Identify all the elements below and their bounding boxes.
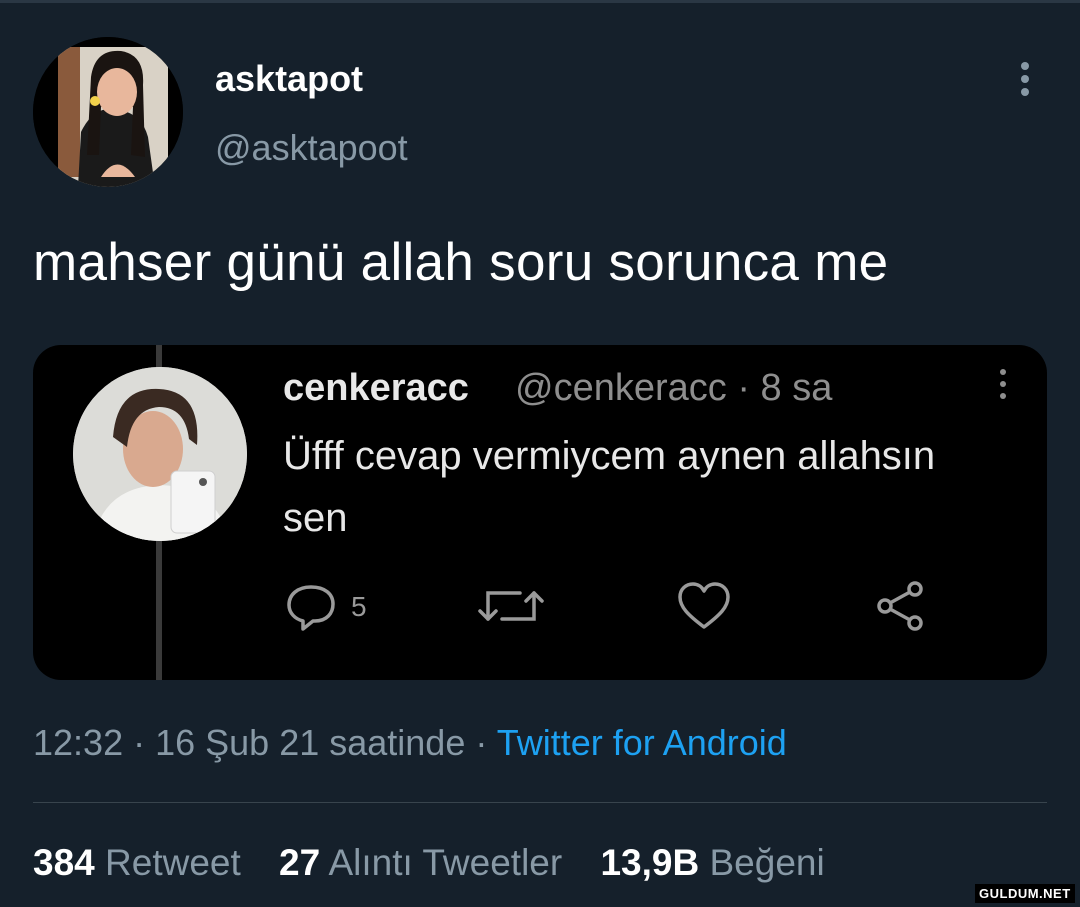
tweet-time[interactable]: 12:32 — [33, 722, 123, 763]
tweet-stats: 384 Retweet 27 Alıntı Tweetler 13,9B Beğ… — [33, 842, 853, 884]
tweet-timestamp: 12:32 · 16 Şub 21 saatinde · Twitter for… — [33, 722, 787, 763]
heart-icon — [676, 581, 732, 631]
quotes-count: 27 — [279, 842, 321, 883]
likes-label: Beğeni — [709, 842, 825, 883]
reply-icon — [283, 581, 339, 631]
retweets-count: 384 — [33, 842, 95, 883]
author-handle[interactable]: @asktapoot — [215, 127, 408, 169]
more-vertical-icon — [995, 369, 1011, 409]
retweets-label: Retweet — [105, 842, 241, 883]
embedded-tweet-age: 8 sa — [760, 367, 833, 409]
site-watermark: GULDUM.NET — [975, 884, 1075, 903]
quotes-label: Alıntı Tweetler — [328, 842, 563, 883]
embedded-author-handle: @cenkeracc — [515, 367, 727, 409]
tweet-text: mahser günü allah soru sorunca me — [33, 233, 889, 292]
top-divider — [0, 0, 1080, 3]
author-avatar[interactable] — [33, 37, 183, 187]
stats-divider — [33, 802, 1047, 803]
embedded-tweet-image: cenkeracc @cenkeracc · 8 sa Üfff cevap v… — [33, 345, 1047, 680]
quotes-stat[interactable]: 27 Alıntı Tweetler — [279, 842, 562, 883]
embedded-author-avatar — [73, 367, 247, 541]
embedded-author-meta: @cenkeracc · 8 sa — [515, 367, 833, 409]
retweets-stat[interactable]: 384 Retweet — [33, 842, 241, 883]
tweet-date[interactable]: 16 Şub 21 saatinde — [155, 722, 465, 763]
embedded-tweet-text: Üfff cevap vermiycem aynen allahsın sen — [283, 434, 936, 540]
retweet-icon — [476, 581, 546, 631]
share-icon — [871, 581, 931, 631]
likes-stat[interactable]: 13,9B Beğeni — [600, 842, 824, 883]
more-vertical-icon[interactable] — [1010, 62, 1040, 102]
tweet-source-link[interactable]: Twitter for Android — [497, 722, 787, 763]
author-display-name[interactable]: asktapot — [215, 58, 363, 100]
embedded-reply-count: 5 — [351, 591, 367, 622]
embedded-author-name: cenkeracc — [283, 367, 469, 409]
likes-count: 13,9B — [600, 842, 700, 883]
